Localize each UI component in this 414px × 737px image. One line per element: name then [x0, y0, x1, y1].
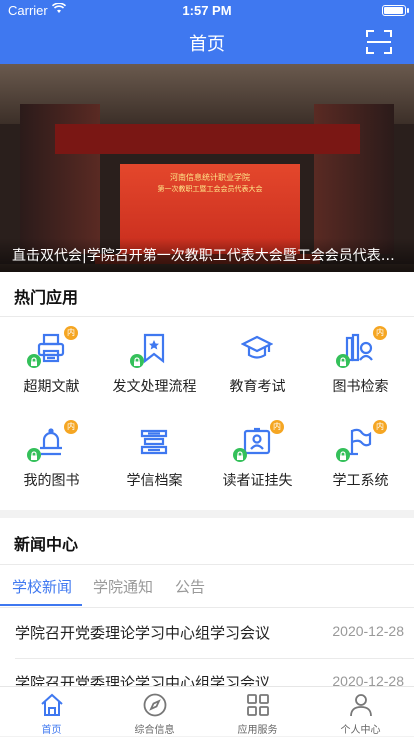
app-label: 我的图书 [23, 473, 80, 489]
app-label: 教育考试 [229, 379, 286, 395]
app-item[interactable]: 内 读者证挂失 [206, 418, 309, 508]
banner-screen-text: 第一次教职工暨工会会员代表大会 [157, 185, 263, 193]
list-item[interactable]: 学院召开党委理论学习中心组学习会议 2020-12-28 [0, 608, 414, 658]
internal-badge: 内 [64, 326, 78, 340]
banner-screen-text: 河南信息统计职业学院 [170, 173, 250, 182]
page-title: 首页 [189, 34, 225, 55]
internal-badge: 内 [373, 326, 387, 340]
book-stack-icon [140, 429, 168, 455]
battery-icon [382, 5, 409, 16]
section-title: 新闻中心 [14, 535, 79, 554]
person-icon [350, 694, 372, 717]
clock: 1:57 PM [182, 3, 232, 18]
banner-carousel[interactable]: 河南信息统计职业学院 第一次教职工暨工会会员代表大会 直击双代会|学院召开第一次… [0, 64, 414, 272]
lock-icon [130, 354, 144, 368]
lock-icon [233, 448, 247, 462]
tab-label: 首页 [41, 725, 62, 736]
app-label: 图书检索 [332, 379, 389, 395]
graduation-cap-icon [241, 335, 273, 359]
tab-indicator [0, 604, 82, 606]
app-item[interactable]: 教育考试 [206, 324, 309, 414]
app-item[interactable]: 学信档案 [103, 418, 206, 508]
app-label: 发文处理流程 [112, 379, 197, 395]
app-item[interactable]: 内 图书检索 [309, 324, 412, 414]
home-icon [41, 693, 63, 716]
news-tabs: 学校新闻 学院通知 公告 [0, 566, 414, 606]
tab-label: 个人中心 [340, 725, 381, 736]
app-item[interactable]: 内 学工系统 [309, 418, 412, 508]
compass-icon [143, 693, 167, 717]
app-item[interactable]: 内 我的图书 [0, 418, 103, 508]
banner-caption[interactable]: 直击双代会|学院召开第一次教职工代表大会暨工会会员代表大会 [12, 245, 402, 265]
lock-icon [27, 354, 41, 368]
app-label: 读者证挂失 [222, 473, 293, 489]
internal-badge: 内 [64, 420, 78, 434]
tab-label: 综合信息 [134, 725, 175, 736]
bottom-tab-bar: 首页 综合信息 应用服务 个人中心 [0, 686, 414, 736]
grid-icon [247, 694, 269, 716]
lock-icon [336, 354, 350, 368]
tab-label: 应用服务 [237, 725, 278, 736]
app-item[interactable]: 发文处理流程 [103, 324, 206, 414]
tab-home[interactable]: 首页 [0, 687, 103, 737]
internal-badge: 内 [270, 420, 284, 434]
scan-icon[interactable] [366, 29, 392, 55]
tab-profile[interactable]: 个人中心 [309, 687, 412, 737]
app-label: 学信档案 [126, 473, 183, 489]
news-date: 2020-12-28 [332, 623, 404, 639]
lock-icon [27, 448, 41, 462]
section-title: 热门应用 [14, 288, 79, 307]
hot-apps-section: 热门应用 内 超期文献 发文处理流程 教育考试 内 图书检索 内 我的图书 学信… [0, 272, 414, 510]
lock-icon [336, 448, 350, 462]
nav-bar: 首页 [0, 20, 414, 64]
tab-announcement[interactable]: 公告 [175, 576, 205, 597]
news-title: 学院召开党委理论学习中心组学习会议 [15, 624, 271, 642]
tab-info[interactable]: 综合信息 [103, 687, 206, 737]
status-bar: Carrier 1:57 PM [0, 0, 414, 20]
app-label: 学工系统 [332, 473, 389, 489]
tab-services[interactable]: 应用服务 [206, 687, 309, 737]
app-label: 超期文献 [23, 379, 80, 395]
internal-badge: 内 [373, 420, 387, 434]
tab-school-news[interactable]: 学校新闻 [12, 576, 72, 597]
tab-college-notice[interactable]: 学院通知 [93, 576, 153, 597]
news-section: 新闻中心 学校新闻 学院通知 公告 学院召开党委理论学习中心组学习会议 2020… [0, 518, 414, 692]
app-item[interactable]: 内 超期文献 [0, 324, 103, 414]
